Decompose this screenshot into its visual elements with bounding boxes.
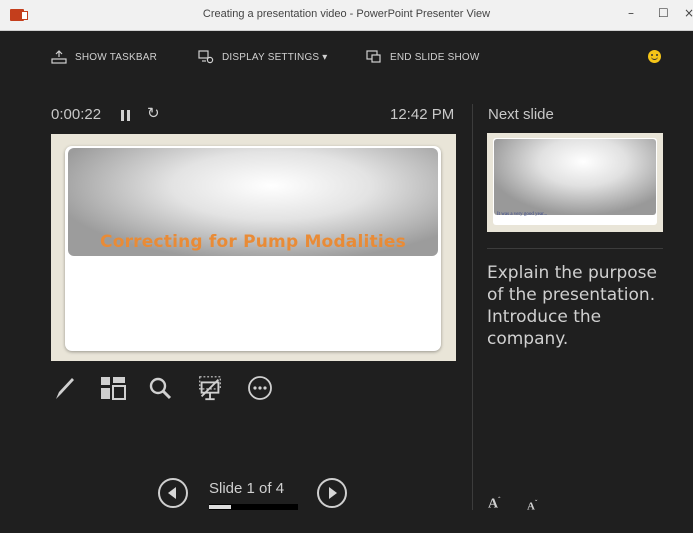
slide-title: Correcting for Pump Modalities <box>100 232 406 252</box>
presenter-toolbar: SHOW TASKBAR DISPLAY SETTINGS ▾ END SLID… <box>0 30 693 78</box>
slide-progress-bar <box>209 504 298 510</box>
slide-counter: Slide 1 of 4 <box>209 480 285 497</box>
pen-icon <box>56 378 74 399</box>
pause-timer-icon[interactable] <box>121 110 131 121</box>
increase-font-label: A <box>488 496 499 512</box>
close-button[interactable]: × <box>684 6 693 20</box>
increase-font-button[interactable]: Aˆ <box>488 496 500 513</box>
end-show-icon <box>366 50 381 63</box>
next-slide-thumbnail[interactable]: It was a very good year... <box>487 133 663 232</box>
pane-divider <box>472 104 473 510</box>
zoom-icon <box>149 377 172 400</box>
display-settings-icon <box>198 50 214 64</box>
more-options-button[interactable] <box>246 372 274 404</box>
window-title: Creating a presentation video - PowerPoi… <box>202 8 491 20</box>
decrease-font-label: A <box>527 500 535 513</box>
end-slide-show-button[interactable]: END SLIDE SHOW <box>366 50 479 64</box>
notes-divider <box>487 248 663 249</box>
more-options-icon <box>248 376 272 400</box>
next-slide-banner <box>494 139 656 215</box>
display-settings-button[interactable]: DISPLAY SETTINGS ▾ <box>198 50 328 64</box>
zoom-button[interactable] <box>146 372 174 404</box>
slide-card: Correcting for Pump Modalities <box>65 146 441 351</box>
black-screen-icon <box>199 376 221 401</box>
taskbar-icon <box>51 50 67 64</box>
slide-tools <box>51 372 291 406</box>
reset-timer-icon[interactable]: ↻ <box>147 104 160 122</box>
show-taskbar-button[interactable]: SHOW TASKBAR <box>51 50 157 64</box>
pen-tool-button[interactable] <box>51 372 79 404</box>
see-all-slides-icon <box>101 377 126 400</box>
maximize-button[interactable]: ☐ <box>658 6 669 20</box>
speaker-notes: Explain the purpose of the presentation.… <box>487 263 657 349</box>
slide-progress-fill <box>209 505 232 509</box>
title-bar: Creating a presentation video - PowerPoi… <box>0 0 693 31</box>
black-screen-button[interactable] <box>196 372 224 404</box>
see-all-slides-button[interactable] <box>99 372 127 404</box>
next-slide-button[interactable] <box>317 478 347 508</box>
presenter-view-window: Creating a presentation video - PowerPoi… <box>0 0 693 533</box>
display-settings-label: DISPLAY SETTINGS ▾ <box>222 51 328 63</box>
show-taskbar-label: SHOW TASKBAR <box>75 51 158 63</box>
previous-slide-button[interactable] <box>158 478 188 508</box>
decrease-font-button[interactable]: Aˇ <box>527 499 537 513</box>
next-slide-label: Next slide <box>488 106 554 123</box>
end-slide-show-label: END SLIDE SHOW <box>390 51 480 63</box>
current-slide-preview[interactable]: Correcting for Pump Modalities <box>51 134 456 361</box>
minimize-button[interactable]: – <box>628 6 634 20</box>
elapsed-timer: 0:00:22 <box>51 106 102 123</box>
current-time: 12:42 PM <box>390 106 455 123</box>
smiley-feedback-icon[interactable] <box>648 50 661 63</box>
next-slide-caption: It was a very good year... <box>497 212 548 217</box>
next-slide-card: It was a very good year... <box>493 138 657 225</box>
